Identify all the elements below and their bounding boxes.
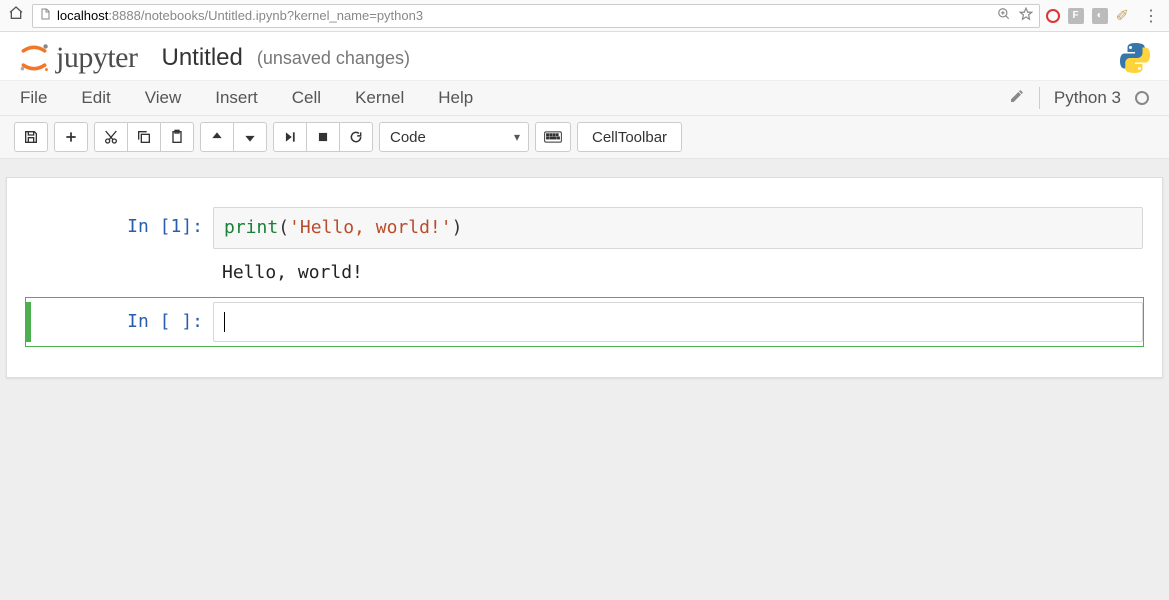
cell-output: Hello, world! [212, 258, 373, 287]
notebook-title[interactable]: Untitled [161, 44, 242, 72]
run-group [273, 122, 373, 152]
command-palette-button[interactable] [535, 122, 571, 152]
extension-icon[interactable]: ✐ [1116, 6, 1129, 26]
copy-button[interactable] [127, 122, 161, 152]
extension-icon[interactable]: ◐ [1092, 8, 1108, 24]
notebook-page: In [1]: print('Hello, world!') Hello, wo… [6, 177, 1163, 378]
paste-button[interactable] [160, 122, 194, 152]
cell-type-value: Code [390, 129, 426, 146]
input-prompt: In [1]: [33, 207, 213, 247]
menu-file[interactable]: File [20, 88, 47, 108]
cell-toolbar-button[interactable]: CellToolbar [577, 122, 682, 152]
code-input[interactable] [213, 302, 1143, 342]
url-port: :8888 [108, 8, 141, 23]
edit-group [94, 122, 194, 152]
jupyter-brand-text: jupyter [56, 41, 137, 75]
output-row: Hello, world! [25, 258, 1144, 287]
menu-kernel[interactable]: Kernel [355, 88, 404, 108]
code-token: ) [452, 216, 463, 240]
url-host: localhost [57, 8, 108, 23]
menu-insert[interactable]: Insert [215, 88, 258, 108]
code-token: ( [278, 216, 289, 240]
restart-button[interactable] [339, 122, 373, 152]
notebook-container: In [1]: print('Hello, world!') Hello, wo… [0, 159, 1169, 396]
text-cursor [224, 312, 225, 332]
run-button[interactable] [273, 122, 307, 152]
zoom-icon[interactable] [997, 7, 1011, 24]
code-cell[interactable]: In [ ]: [25, 297, 1144, 347]
save-button[interactable] [14, 122, 48, 152]
code-token: 'Hello, world!' [289, 216, 452, 240]
code-token: print [224, 216, 278, 240]
toolbar: Code CellToolbar [0, 116, 1169, 159]
divider [1039, 87, 1040, 109]
code-input[interactable]: print('Hello, world!') [213, 207, 1143, 249]
menu-cell[interactable]: Cell [292, 88, 321, 108]
extension-icon[interactable] [1046, 9, 1060, 23]
move-up-button[interactable] [200, 122, 234, 152]
browser-address-bar: localhost:8888/notebooks/Untitled.ipynb?… [0, 0, 1169, 32]
cell-type-select[interactable]: Code [379, 122, 529, 152]
cell-select-bar [26, 302, 31, 342]
browser-extensions: F ◐ ✐ [1046, 6, 1133, 26]
kernel-name[interactable]: Python 3 [1054, 88, 1121, 108]
jupyter-logo[interactable]: jupyter [16, 41, 137, 75]
interrupt-button[interactable] [306, 122, 340, 152]
jupyter-mark-icon [16, 42, 52, 74]
move-group [200, 122, 267, 152]
input-prompt: In [ ]: [33, 302, 213, 342]
move-down-button[interactable] [233, 122, 267, 152]
cut-button[interactable] [94, 122, 128, 152]
menu-help[interactable]: Help [438, 88, 473, 108]
notebook-save-status: (unsaved changes) [257, 48, 410, 69]
edit-icon[interactable] [1009, 88, 1025, 109]
url-path: /notebooks/Untitled.ipynb?kernel_name=py… [141, 8, 423, 23]
bookmark-star-icon[interactable] [1019, 7, 1033, 24]
url-input[interactable]: localhost:8888/notebooks/Untitled.ipynb?… [32, 4, 1040, 28]
page-icon [39, 7, 51, 24]
menu-view[interactable]: View [145, 88, 182, 108]
code-cell[interactable]: In [1]: print('Hello, world!') [25, 202, 1144, 254]
notebook-header: jupyter Untitled (unsaved changes) [0, 32, 1169, 80]
cell-select-bar [26, 207, 31, 249]
menu-edit[interactable]: Edit [81, 88, 110, 108]
kernel-indicator-icon [1135, 91, 1149, 105]
browser-menu-icon[interactable]: ⋮ [1139, 6, 1163, 26]
menu-bar: File Edit View Insert Cell Kernel Help P… [0, 80, 1169, 116]
home-icon[interactable] [6, 5, 26, 26]
insert-cell-button[interactable] [54, 122, 88, 152]
extension-icon[interactable]: F [1068, 8, 1084, 24]
python-logo-icon [1117, 40, 1153, 76]
